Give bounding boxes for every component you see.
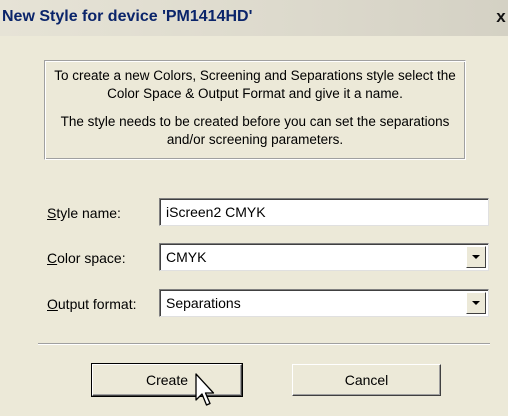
style-name-label-text: tyle name: (56, 205, 121, 221)
output-format-label: Output format: (47, 296, 136, 312)
mouse-pointer-icon (195, 373, 215, 406)
close-icon[interactable]: x (494, 6, 508, 28)
color-space-label-text: olor space: (57, 250, 126, 266)
cancel-button[interactable]: Cancel (292, 364, 441, 396)
chevron-down-icon (472, 255, 480, 259)
output-format-value: Separations (166, 295, 241, 311)
title-bar[interactable]: New Style for device 'PM1414HD' x (0, 0, 508, 36)
output-format-dropdown-button[interactable] (466, 292, 486, 314)
info-text-requirement: The style needs to be created before you… (60, 114, 450, 147)
style-name-label: Style name: (47, 205, 121, 221)
output-format-label-text: utput format: (57, 296, 137, 312)
color-space-accel: C (47, 250, 58, 266)
dialog-title: New Style for device 'PM1414HD' (2, 8, 253, 25)
output-format-select[interactable]: Separations (159, 289, 489, 317)
output-format-accel: O (47, 296, 58, 312)
info-text-create: To create a new Colors, Screening and Se… (54, 68, 456, 101)
chevron-down-icon (472, 301, 480, 305)
new-style-dialog: New Style for device 'PM1414HD' x To cre… (0, 0, 508, 416)
color-space-dropdown-button[interactable] (466, 246, 486, 268)
info-box: To create a new Colors, Screening and Se… (44, 60, 466, 160)
style-name-accel: S (47, 205, 57, 221)
color-space-select[interactable]: CMYK (159, 243, 489, 271)
color-space-label: Color space: (47, 250, 126, 266)
style-name-input[interactable]: iScreen2 CMYK (159, 198, 489, 226)
separator (38, 343, 490, 345)
create-button[interactable]: Create (91, 363, 243, 397)
color-space-value: CMYK (166, 249, 207, 265)
